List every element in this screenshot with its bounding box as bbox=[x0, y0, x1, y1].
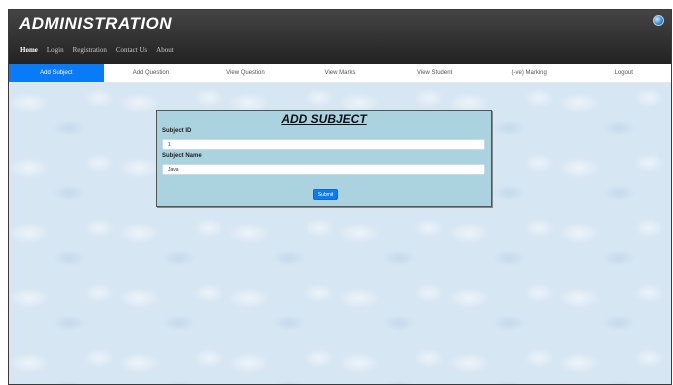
nav-login-link[interactable]: Login bbox=[47, 46, 64, 54]
header-bar: ADMINISTRATION Home Login Registration C… bbox=[9, 10, 671, 64]
form-title: ADD SUBJECT bbox=[281, 112, 367, 126]
tab-view-student[interactable]: View Student bbox=[387, 64, 482, 82]
globe-icon[interactable] bbox=[653, 15, 664, 26]
submit-button[interactable]: Submit bbox=[313, 189, 338, 200]
tab-add-subject[interactable]: Add Subject bbox=[9, 64, 104, 82]
tab-view-marks[interactable]: View Marks bbox=[293, 64, 388, 82]
top-nav: Home Login Registration Contact Us About bbox=[20, 46, 174, 54]
subject-name-input[interactable]: Java bbox=[162, 164, 485, 175]
nav-about-link[interactable]: About bbox=[156, 46, 174, 54]
tab-add-question[interactable]: Add Question bbox=[104, 64, 199, 82]
admin-tab-bar: Add Subject Add Question View Question V… bbox=[9, 64, 671, 83]
nav-registration-link[interactable]: Registration bbox=[73, 46, 107, 54]
tab-logout[interactable]: Logout bbox=[576, 64, 671, 82]
app-title: ADMINISTRATION bbox=[19, 14, 173, 33]
tab-negative-marking[interactable]: (-ve) Marking bbox=[482, 64, 577, 82]
subject-id-input[interactable]: 1 bbox=[162, 139, 485, 150]
tab-view-question[interactable]: View Question bbox=[198, 64, 293, 82]
nav-contact-link[interactable]: Contact Us bbox=[116, 46, 147, 54]
nav-home-link[interactable]: Home bbox=[20, 46, 38, 54]
subject-id-label: Subject ID bbox=[162, 128, 192, 134]
subject-name-label: Subject Name bbox=[162, 153, 202, 159]
content-area: ADD SUBJECT Subject ID 1 Subject Name Ja… bbox=[9, 83, 671, 384]
add-subject-form: ADD SUBJECT Subject ID 1 Subject Name Ja… bbox=[156, 110, 492, 207]
browser-window: ADMINISTRATION Home Login Registration C… bbox=[8, 9, 672, 385]
